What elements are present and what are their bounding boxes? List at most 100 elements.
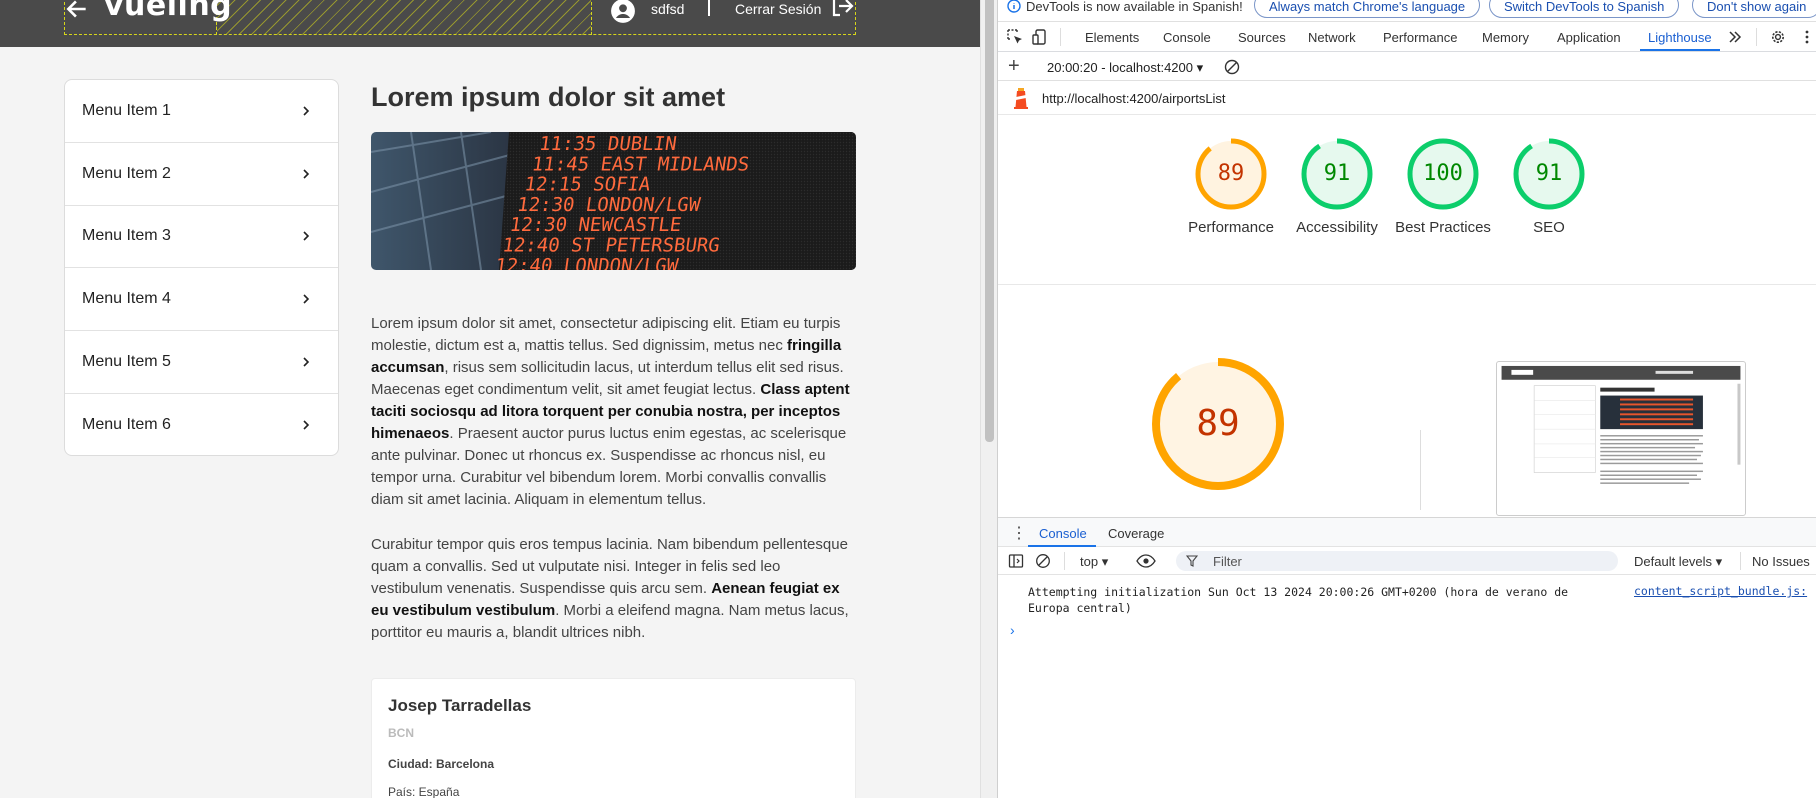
logout-button[interactable]: Cerrar Sesión [735,1,821,17]
more-tabs-icon[interactable] [1726,28,1744,46]
console-filter-input[interactable]: Filter [1176,551,1618,571]
chevron-right-icon [303,169,310,179]
menu-item[interactable]: Menu Item 5 [65,331,338,394]
score-value: 89 [1217,161,1245,186]
clear-console-icon[interactable] [1035,553,1051,569]
performance-big-gauge: 89 [1150,356,1286,492]
chevron-right-icon [303,420,310,430]
departure-row: 12:40 LONDON/LGW [494,254,681,270]
audited-url[interactable]: http://localhost:4200/airportsList [1042,91,1226,106]
infobar-text: DevTools is now available in Spanish! [1026,0,1243,14]
departures-board-image: 11:35 DUBLIN11:45 EAST MIDLANDS12:15 SOF… [370,131,856,277]
menu-item[interactable]: Menu Item 2 [65,143,338,206]
dropdown-caret-icon: ▾ [1715,554,1723,569]
tab-lighthouse[interactable]: Lighthouse [1648,30,1712,45]
tab-network[interactable]: Network [1308,30,1356,45]
devtools-panel: DevTools is now available in Spanish! Al… [998,0,1816,798]
airport-name: Josep Tarradellas [388,696,532,715]
airport-code: BCN [388,726,414,740]
dont-show-again-button[interactable]: Don't show again [1692,0,1816,18]
logout-icon[interactable] [830,0,854,18]
dropdown-caret-icon: ▾ [1101,554,1109,569]
intro-paragraph: Lorem ipsum dolor sit amet, consectetur … [371,313,856,511]
tab-application[interactable]: Application [1557,30,1621,45]
console-log-source-link[interactable]: content_script_bundle.js: [1634,584,1807,598]
drawer-tabbar: ⋮ Console Coverage [998,517,1816,547]
score-gauge[interactable]: 100 Best Practices [1395,137,1491,236]
device-toolbar-icon[interactable] [1032,28,1050,46]
info-icon [1007,0,1021,13]
menu-item-label: Menu Item 4 [82,290,171,308]
always-match-language-button[interactable]: Always match Chrome's language [1254,0,1481,18]
airport-card[interactable]: Josep Tarradellas BCN Ciudad: Barcelona … [371,678,856,798]
second-paragraph: Curabitur tempor quis eros tempus lacini… [371,534,856,644]
log-levels-dropdown[interactable]: Default levels ▾ [1634,554,1722,570]
tab-console[interactable]: Console [1163,30,1211,45]
back-arrow-icon[interactable] [64,0,90,22]
header-debug-hatch [216,0,592,35]
console-prompt-caret-icon[interactable]: › [1010,622,1015,638]
chevron-right-icon [303,231,310,242]
sidebar-toggle-icon[interactable] [1008,553,1024,569]
console-log-message: Attempting initialization Sun Oct 13 202… [1028,585,1569,615]
log-levels-label: Default levels [1634,554,1713,569]
lighthouse-url-row: http://localhost:4200/airportsList [998,81,1816,115]
score-gauge[interactable]: 89 Performance [1188,137,1274,236]
lighthouse-divider [998,284,1816,285]
drawer-menu-icon[interactable]: ⋮ [1011,523,1027,543]
app-viewport: vueling sdfsd Cerrar Sesión Menu Item 1 … [0,0,980,798]
issues-counter[interactable]: No Issues [1752,554,1810,569]
score-gauge[interactable]: 91 Accessibility [1296,137,1378,236]
context-selector-label: top [1080,554,1099,569]
score-value: 91 [1323,161,1351,186]
dropdown-caret-icon: ▾ [1196,60,1204,75]
main-content: Lorem ipsum dolor sit amet 11:35 DUBLIN 1… [370,80,856,798]
tab-performance[interactable]: Performance [1383,30,1457,45]
score-value: 100 [1423,161,1463,186]
user-avatar-icon [611,0,635,23]
score-value: 91 [1535,161,1563,186]
page-scrollbar[interactable] [980,0,997,798]
paragraph-text: Lorem ipsum dolor sit amet, consectetur … [371,315,841,354]
score-label: Accessibility [1296,219,1378,236]
context-selector[interactable]: top ▾ [1080,554,1108,570]
header-separator [708,0,710,16]
scrollbar-thumb[interactable] [985,0,994,442]
lighthouse-toolbar: + 20:00:20 - localhost:4200 ▾ [998,53,1816,81]
toolbar-divider [1740,552,1741,570]
report-selector[interactable]: 20:00:20 - localhost:4200 ▾ [1047,60,1203,76]
menu-item-label: Menu Item 1 [82,101,171,119]
toolbar-divider [1064,552,1065,570]
more-options-icon[interactable] [1798,28,1816,46]
drawer-tab-console[interactable]: Console [1039,526,1087,541]
settings-gear-icon[interactable] [1769,28,1787,46]
clear-reports-icon[interactable] [1224,59,1240,75]
score-gauge[interactable]: 91 SEO [1512,137,1586,236]
menu-item[interactable]: Menu Item 6 [65,394,338,455]
username-label: sdfsd [651,1,685,17]
filter-placeholder: Filter [1213,554,1242,569]
chevron-right-icon [303,357,310,367]
menu-item[interactable]: Menu Item 3 [65,206,338,269]
menu-item[interactable]: Menu Item 1 [65,80,338,143]
vueling-logo[interactable]: vueling [104,0,232,23]
tab-sources[interactable]: Sources [1238,30,1286,45]
side-menu: Menu Item 1 Menu Item 2 Menu Item 3 Menu… [64,79,339,456]
tab-elements[interactable]: Elements [1085,30,1139,45]
menu-item-label: Menu Item 2 [82,164,171,182]
active-tab-indicator [1640,49,1720,51]
report-selector-label: 20:00:20 - localhost:4200 [1047,60,1193,75]
score-label: SEO [1533,219,1565,236]
drawer-tab-coverage[interactable]: Coverage [1108,526,1164,541]
tab-memory[interactable]: Memory [1482,30,1529,45]
score-label: Performance [1188,219,1274,236]
menu-item[interactable]: Menu Item 4 [65,268,338,332]
devtools-tabbar: Elements Console Sources Network Perform… [998,22,1816,52]
page-screenshot-thumbnail[interactable] [1496,361,1746,516]
switch-to-spanish-button[interactable]: Switch DevTools to Spanish [1489,0,1680,18]
toolbar-divider [1756,28,1757,46]
live-expression-eye-icon[interactable] [1136,553,1156,569]
inspect-element-icon[interactable] [1006,28,1024,46]
thumbnail-separator [1420,430,1421,510]
new-report-plus-icon[interactable]: + [1008,55,1020,78]
